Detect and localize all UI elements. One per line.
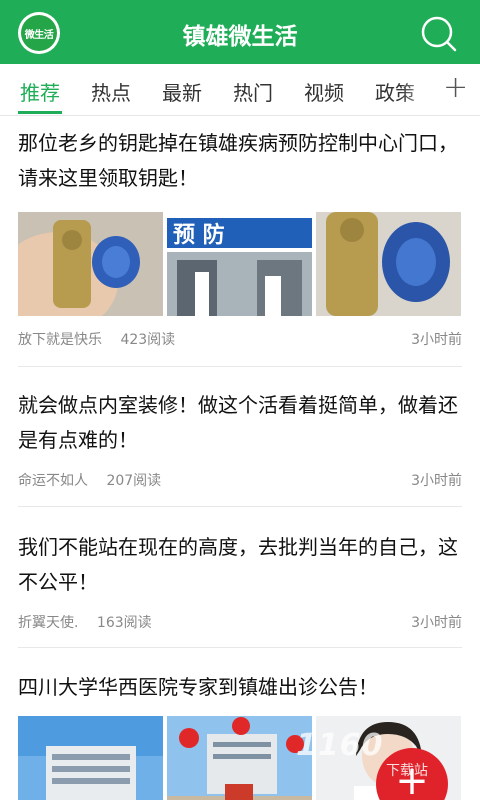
tab-video[interactable]: 视频: [304, 77, 344, 106]
tab-recommend[interactable]: 推荐: [20, 77, 60, 106]
article-image: [316, 212, 461, 316]
tab-popular[interactable]: 热门: [233, 77, 273, 106]
tabs-fade: [400, 64, 440, 114]
article-title: 就会做点内室装修！做这个活看着挺简单，做着还是有点难的！: [18, 393, 458, 452]
article-reads: 423阅读: [120, 332, 176, 348]
article-meta: 折翼天使. 163阅读 3小时前: [18, 612, 462, 632]
divider: [18, 366, 462, 367]
article-time: 3小时前: [411, 473, 462, 489]
article-reads: 163阅读: [96, 615, 152, 631]
article-title: 四川大学华西医院专家到镇雄出诊公告！: [18, 675, 378, 699]
article-item[interactable]: 就会做点内室装修！做这个活看着挺简单，做着还是有点难的！ 命运不如人 207阅读…: [18, 388, 462, 498]
article-time: 3小时前: [411, 332, 462, 348]
article-image: [18, 716, 163, 800]
sign-text: 预 防: [173, 223, 225, 248]
add-tab-button[interactable]: +: [443, 70, 468, 105]
article-meta: 放下就是快乐 423阅读 3小时前: [18, 329, 462, 349]
divider: [18, 647, 462, 648]
article-author: 折翼天使.: [18, 615, 79, 631]
search-icon[interactable]: [418, 14, 458, 54]
article-images: 预 防: [18, 212, 461, 316]
article-title: 那位老乡的钥匙掉在镇雄疾病预防控制中心门口，请来这里领取钥匙！: [18, 131, 458, 190]
article-meta: 命运不如人 207阅读 3小时前: [18, 470, 462, 490]
watermark-text: 下载站: [386, 763, 428, 779]
article-item[interactable]: 我们不能站在现在的高度，去批判当年的自己，这不公平！ 折翼天使. 163阅读 3…: [18, 530, 462, 640]
watermark-logo: 1160: [296, 728, 384, 763]
app-title: 镇雄微生活: [182, 24, 298, 50]
article-image: 预 防: [167, 212, 312, 316]
active-tab-indicator: [18, 111, 62, 114]
tab-latest[interactable]: 最新: [162, 77, 202, 106]
article-item[interactable]: 那位老乡的钥匙掉在镇雄疾病预防控制中心门口，请来这里领取钥匙！ 预 防 放下就是…: [18, 126, 462, 356]
article-author: 放下就是快乐: [18, 332, 102, 348]
article-title: 我们不能站在现在的高度，去批判当年的自己，这不公平！: [18, 535, 458, 594]
top-bar: 微生活 镇雄微生活: [0, 0, 480, 64]
divider: [18, 506, 462, 507]
article-image: [167, 716, 312, 800]
tab-hot-topics[interactable]: 热点: [91, 77, 131, 106]
category-tabs: 推荐 热点 最新 热门 视频 政策 +: [0, 64, 480, 116]
article-image: [18, 212, 163, 316]
article-time: 3小时前: [411, 615, 462, 631]
article-author: 命运不如人: [18, 473, 88, 489]
article-reads: 207阅读: [106, 473, 162, 489]
